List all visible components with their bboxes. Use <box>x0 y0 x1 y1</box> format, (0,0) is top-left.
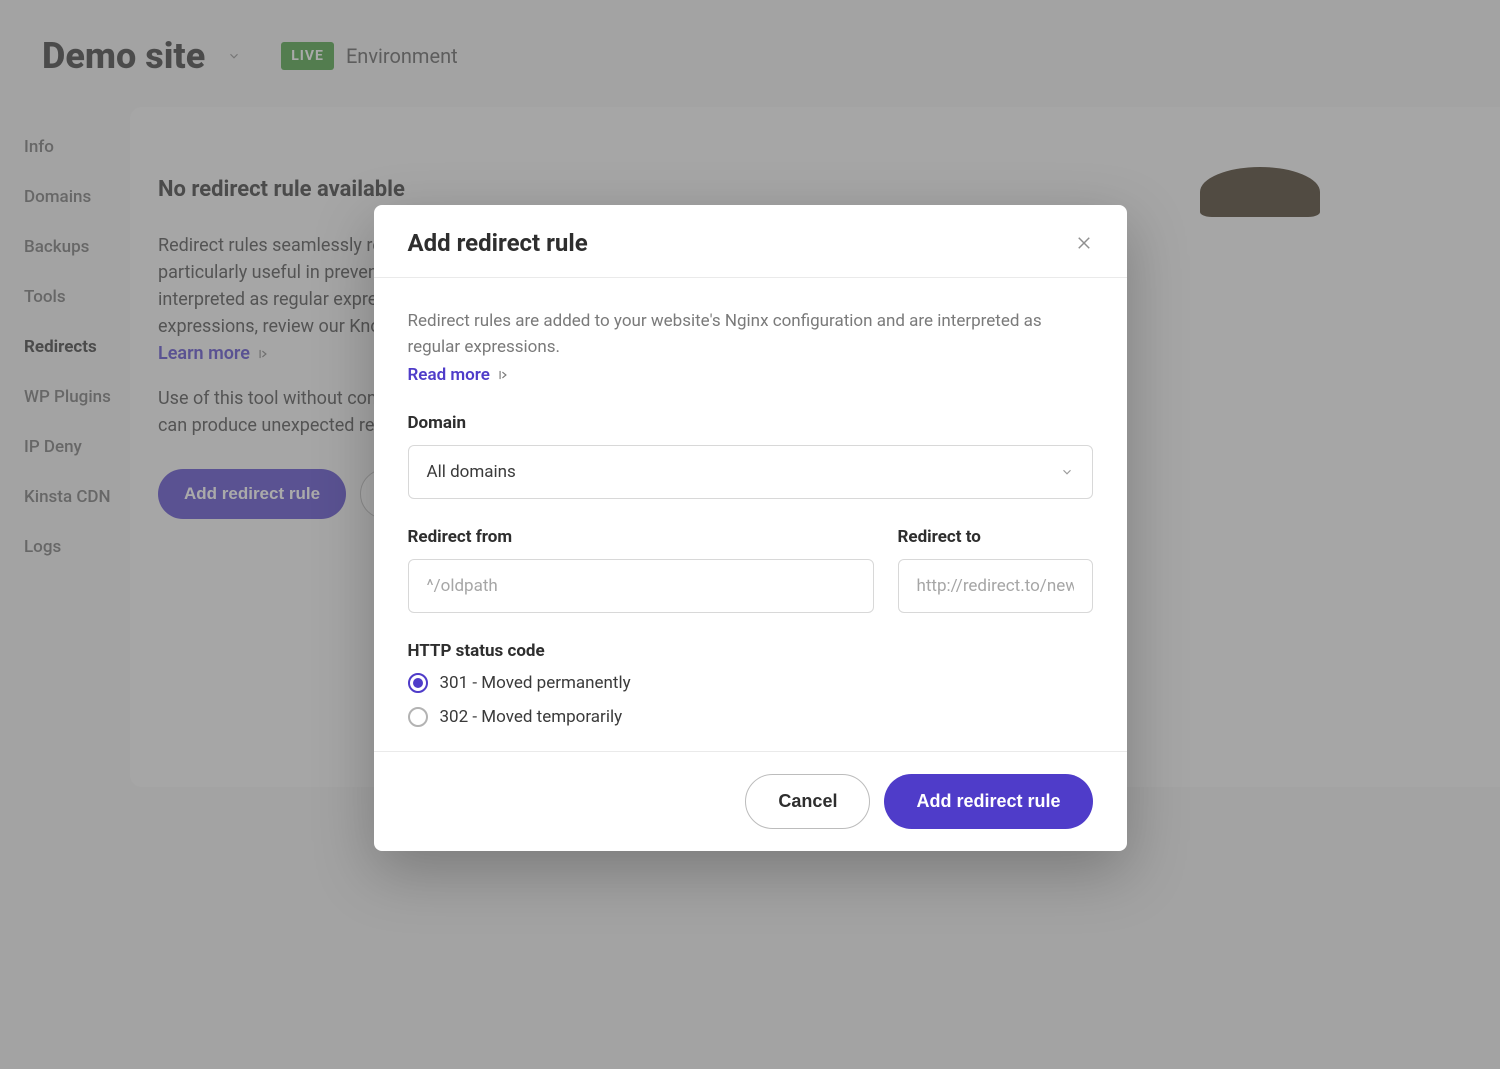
add-redirect-modal: Add redirect rule Redirect rules are add… <box>374 205 1127 851</box>
domain-select-value: All domains <box>427 462 516 482</box>
radio-icon <box>408 707 428 727</box>
read-more-link[interactable]: Read more <box>408 365 510 385</box>
submit-button[interactable]: Add redirect rule <box>884 774 1092 829</box>
status-302-label: 302 - Moved temporarily <box>440 707 623 727</box>
redirect-from-label: Redirect from <box>408 527 874 547</box>
redirect-to-label: Redirect to <box>898 527 1093 547</box>
domain-select[interactable]: All domains <box>408 445 1093 499</box>
chevron-down-icon <box>1060 465 1074 479</box>
modal-title: Add redirect rule <box>408 229 588 257</box>
status-302-radio[interactable]: 302 - Moved temporarily <box>408 707 1093 727</box>
redirect-to-input[interactable] <box>898 559 1093 613</box>
modal-overlay: Add redirect rule Redirect rules are add… <box>0 0 1500 1069</box>
external-link-icon <box>496 368 510 382</box>
status-code-label: HTTP status code <box>408 641 1093 661</box>
domain-label: Domain <box>408 413 1093 433</box>
close-icon[interactable] <box>1075 234 1093 252</box>
status-301-label: 301 - Moved permanently <box>440 673 631 693</box>
radio-icon <box>408 673 428 693</box>
cancel-button[interactable]: Cancel <box>745 774 870 829</box>
status-301-radio[interactable]: 301 - Moved permanently <box>408 673 1093 693</box>
modal-description: Redirect rules are added to your website… <box>408 308 1093 361</box>
redirect-from-input[interactable] <box>408 559 874 613</box>
